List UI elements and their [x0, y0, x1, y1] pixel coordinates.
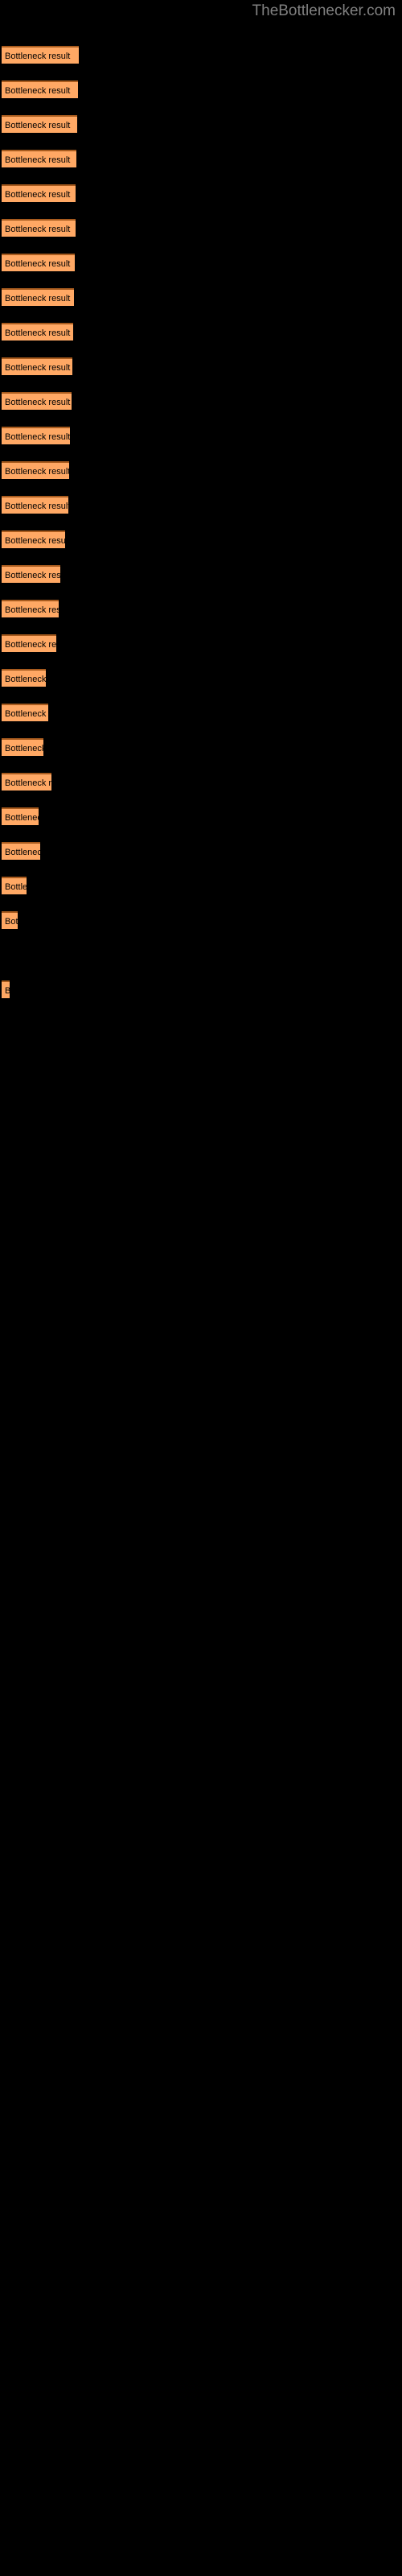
bar-bottleneck-result[interactable]: Bottleneck result: [2, 807, 39, 825]
bar-row: Bottleneck result: [0, 288, 402, 306]
bar-row: Bottleneck result: [0, 496, 402, 514]
bar-label: Bottleneck result: [5, 813, 39, 823]
bar-row: Bottleneck result: [0, 530, 402, 548]
bar-label: Bottleneck result: [5, 571, 60, 580]
bar-label: Bottleneck result: [5, 917, 18, 927]
bar-row: Bottleneck result: [0, 738, 402, 756]
bar-label: Bottleneck result: [5, 52, 71, 61]
bar-label: Bottleneck result: [5, 155, 71, 165]
bar-bottleneck-result[interactable]: Bottleneck result: [2, 254, 75, 271]
bar-label: Bottleneck result: [5, 121, 71, 130]
bar-row: Bottleneck result: [0, 634, 402, 652]
bar-row: Bottleneck result: [0, 323, 402, 341]
bar-label: Bottleneck result: [5, 328, 71, 338]
bar-bottleneck-result[interactable]: Bottleneck result: [2, 669, 46, 687]
bar-bottleneck-result[interactable]: Bottleneck result: [2, 46, 79, 64]
bar-bottleneck-result[interactable]: Bottleneck result: [2, 288, 74, 306]
bar-row: Bottleneck result: [0, 357, 402, 375]
bar-row: Bottleneck result: [0, 600, 402, 617]
bar-row: [0, 946, 402, 964]
bar-label: Bottleneck result: [5, 225, 71, 234]
bar-label: Bottleneck result: [5, 640, 56, 650]
bar-bottleneck-result[interactable]: Bottleneck result: [2, 877, 27, 894]
bar-row: Bottleneck result: [0, 704, 402, 721]
bar-bottleneck-result[interactable]: Bottleneck result: [2, 427, 70, 444]
bar-label: Bottleneck result: [5, 432, 70, 442]
bar-row: Bottleneck result: [0, 150, 402, 167]
bar-bottleneck-result[interactable]: Bottleneck result: [2, 80, 78, 98]
bar-label: Bottleneck result: [5, 294, 71, 303]
bar-bottleneck-result[interactable]: Bottleneck result: [2, 115, 77, 133]
bar-bottleneck-result[interactable]: Bottleneck result: [2, 634, 56, 652]
bar-label: Bottleneck result: [5, 882, 27, 892]
bar-bottleneck-result[interactable]: Bottleneck result: [2, 219, 76, 237]
bar-row: Bottleneck result: [0, 980, 402, 998]
bar-label: Bottleneck result: [5, 467, 69, 477]
bar-bottleneck-result[interactable]: Bottleneck result: [2, 911, 18, 929]
bar-bottleneck-result[interactable]: Bottleneck result: [2, 773, 51, 791]
bar-row: Bottleneck result: [0, 427, 402, 444]
bar-label: Bottleneck result: [5, 675, 46, 684]
bar-label: Bottleneck result: [5, 778, 51, 788]
bar-label: Bottleneck result: [5, 848, 40, 857]
bar-row: Bottleneck result: [0, 254, 402, 271]
bar-row: Bottleneck result: [0, 669, 402, 687]
bar-label: Bottleneck result: [5, 86, 71, 96]
bar-label: Bottleneck result: [5, 744, 43, 753]
bar-label: Bottleneck result: [5, 363, 71, 373]
bar-row: Bottleneck result: [0, 911, 402, 929]
bar-bottleneck-result[interactable]: Bottleneck result: [2, 530, 65, 548]
bar-bottleneck-result[interactable]: Bottleneck result: [2, 496, 68, 514]
bar-bottleneck-result[interactable]: Bottleneck result: [2, 738, 43, 756]
bar-label: Bottleneck result: [5, 502, 68, 511]
bar-label: Bottleneck result: [5, 536, 65, 546]
bar-label: Bottleneck result: [5, 190, 71, 200]
bar-label: Bottleneck result: [5, 605, 59, 615]
bar-row: Bottleneck result: [0, 80, 402, 98]
bar-row: Bottleneck result: [0, 842, 402, 860]
bar-row: Bottleneck result: [0, 565, 402, 583]
bar-row: Bottleneck result: [0, 46, 402, 64]
bar-row: Bottleneck result: [0, 219, 402, 237]
bar-bottleneck-result[interactable]: Bottleneck result: [2, 392, 72, 410]
bar-bottleneck-result[interactable]: Bottleneck result: [2, 565, 60, 583]
bar-row: Bottleneck result: [0, 461, 402, 479]
bar-label: Bottleneck result: [5, 398, 71, 407]
bar-bottleneck-result[interactable]: Bottleneck result: [2, 704, 48, 721]
bar-bottleneck-result[interactable]: Bottleneck result: [2, 842, 40, 860]
bar-row: Bottleneck result: [0, 807, 402, 825]
bar-bottleneck-result[interactable]: Bottleneck result: [2, 150, 76, 167]
bar-bottleneck-result[interactable]: Bottleneck result: [2, 600, 59, 617]
bar-row: Bottleneck result: [0, 392, 402, 410]
bar-bottleneck-result[interactable]: Bottleneck result: [2, 461, 69, 479]
page-root: TheBottlenecker.com Bottleneck result Bot…: [0, 0, 402, 2576]
bar-row: Bottleneck result: [0, 773, 402, 791]
bar-bottleneck-result[interactable]: Bottleneck result: [2, 980, 10, 998]
bar-label: Bottleneck result: [5, 259, 71, 269]
bar-bottleneck-result[interactable]: Bottleneck result: [2, 357, 72, 375]
bar-row: Bottleneck result: [0, 877, 402, 894]
bottleneck-bar-chart: Bottleneck result Bottleneck result Bottle…: [0, 0, 402, 2576]
bar-bottleneck-result[interactable]: Bottleneck result: [2, 184, 76, 202]
bar-row: Bottleneck result: [0, 115, 402, 133]
bar-label: Bottleneck result: [5, 709, 48, 719]
bar-row: Bottleneck result: [0, 184, 402, 202]
bar-label: Bottleneck result: [5, 984, 10, 998]
bar-bottleneck-result[interactable]: Bottleneck result: [2, 323, 73, 341]
